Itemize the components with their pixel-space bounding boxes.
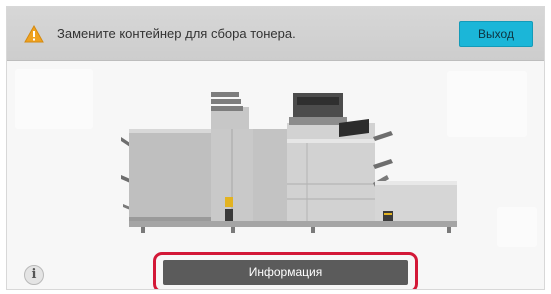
header-bar: Замените контейнер для сбора тонера. Вых… <box>7 7 544 61</box>
background-panel <box>497 207 537 247</box>
info-icon[interactable]: i <box>24 265 44 285</box>
background-panel <box>15 69 93 129</box>
exit-button[interactable]: Выход <box>459 21 533 47</box>
warning-icon <box>24 25 44 43</box>
info-button[interactable]: Информация <box>163 260 408 285</box>
screen: Замените контейнер для сбора тонера. Вых… <box>6 6 545 290</box>
printer-machine-illustration <box>121 92 457 233</box>
warning-message: Замените контейнер для сбора тонера. <box>57 26 296 41</box>
